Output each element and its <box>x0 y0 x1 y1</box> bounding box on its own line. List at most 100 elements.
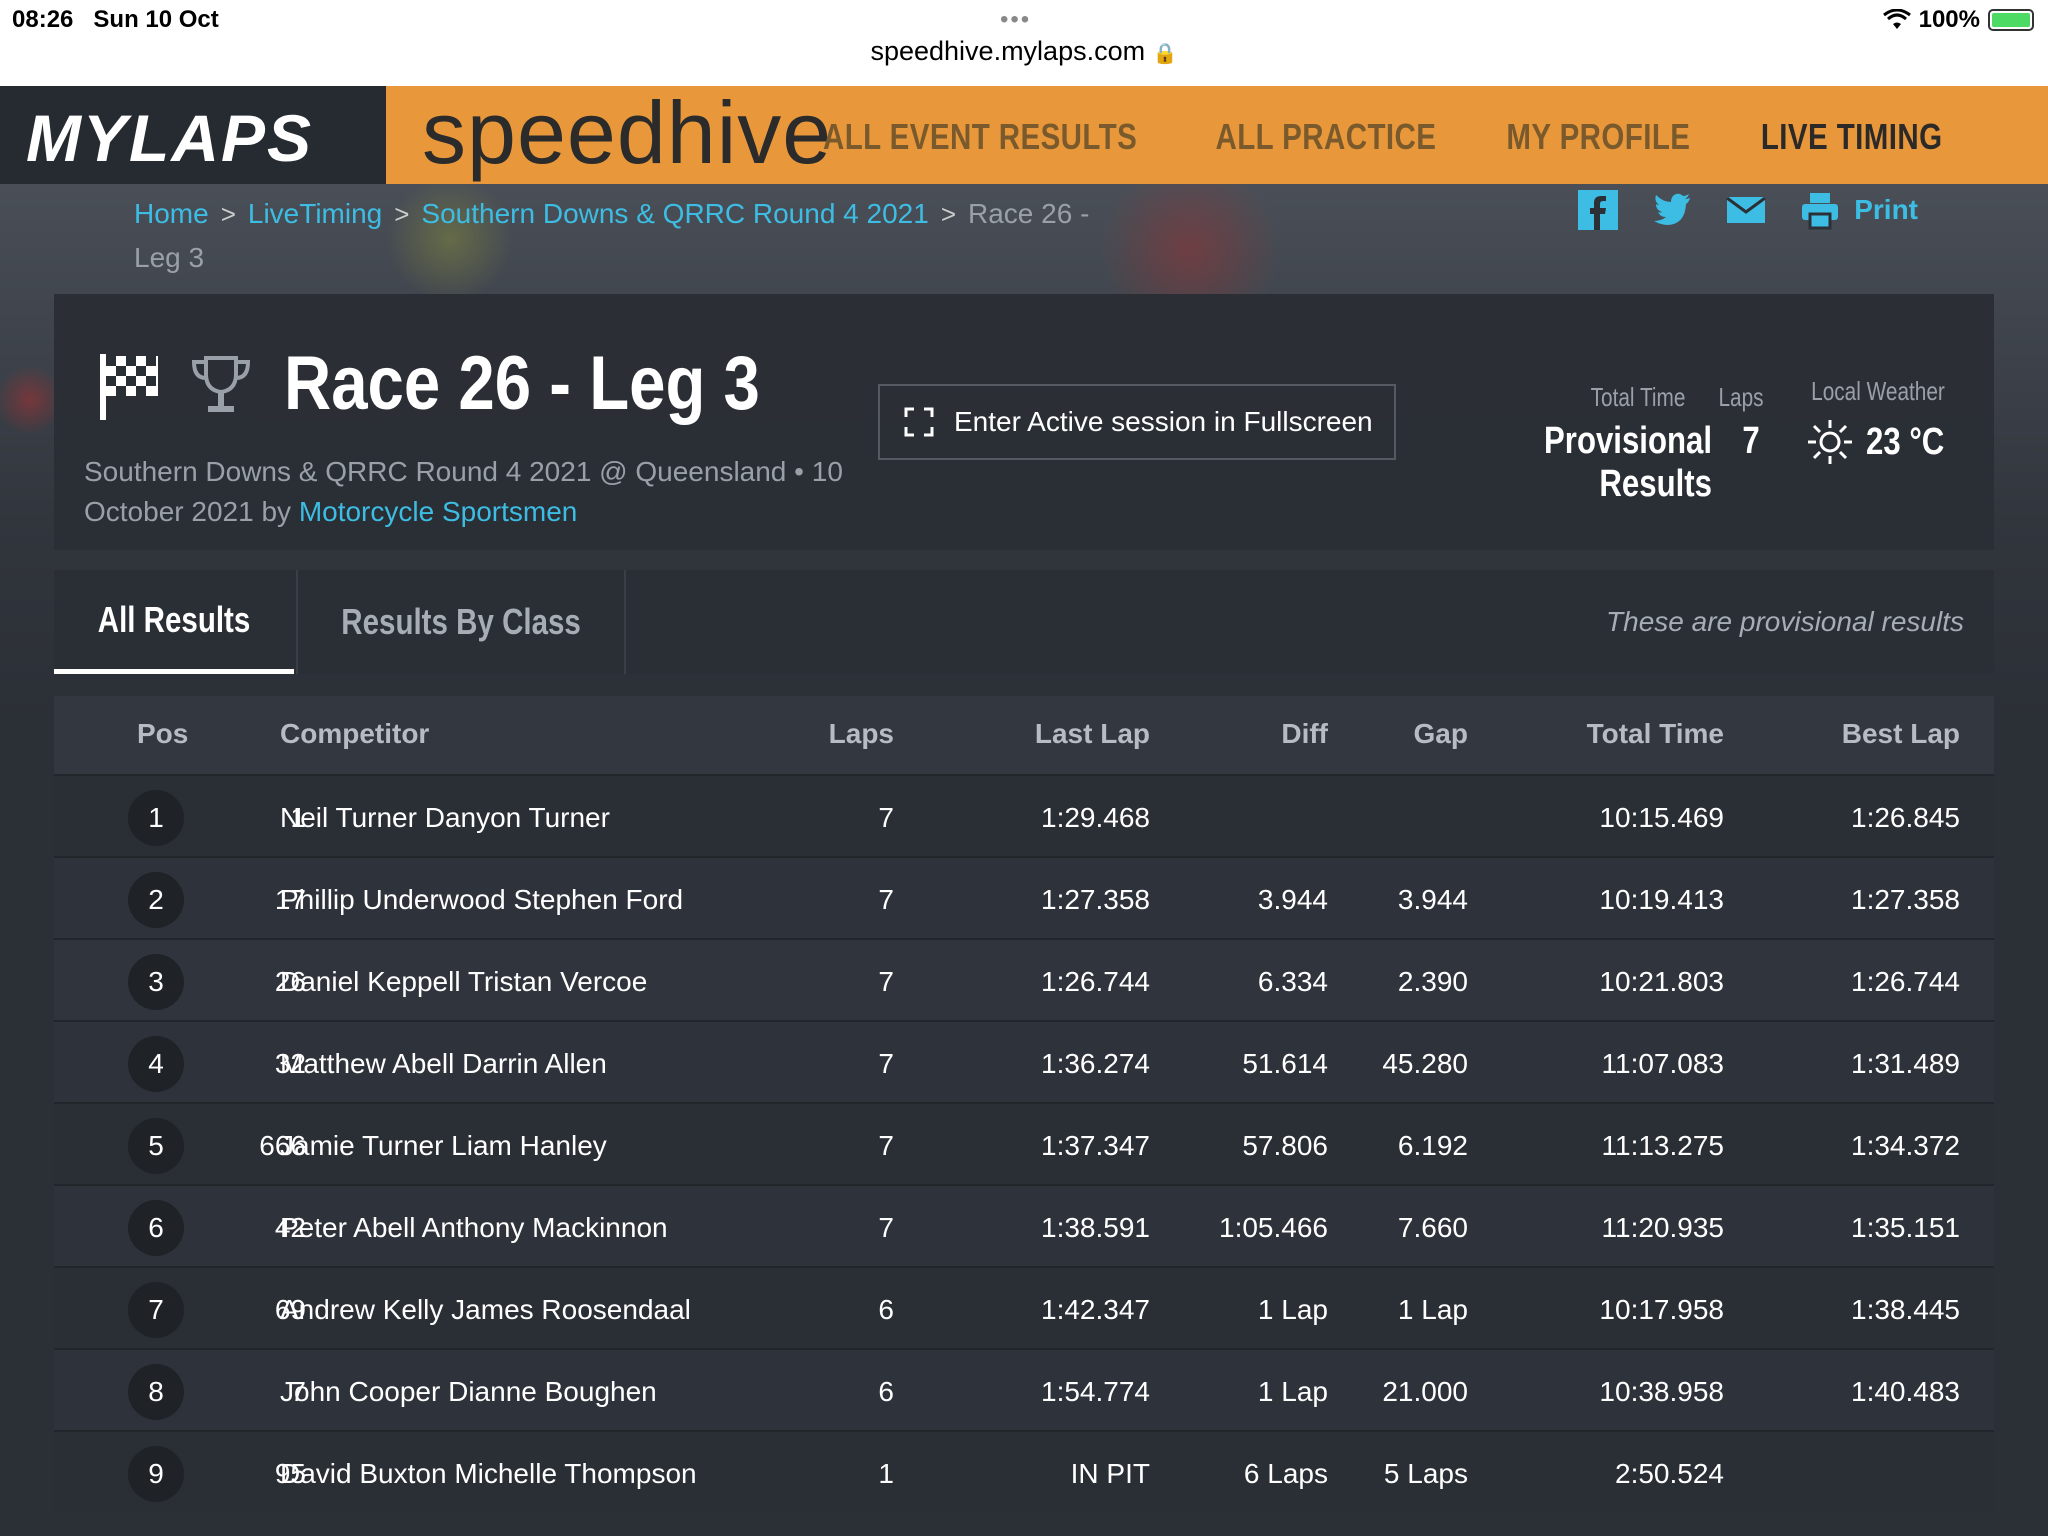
breadcrumb-home[interactable]: Home <box>134 198 209 229</box>
competitor-name: Matthew Abell Darrin Allen <box>280 1048 607 1079</box>
diff-cell: 3.944 <box>1257 884 1328 915</box>
position-badge: 9 <box>128 1446 184 1502</box>
table-row[interactable]: 1 1 Neil Turner Danyon Turner 7 1:29.468 10:1… <box>54 774 1994 856</box>
wifi-icon <box>1882 9 1911 29</box>
table-row[interactable]: 4 32 Matthew Abell Darrin Allen 7 1:36.274 51… <box>54 1020 1994 1102</box>
laps-label: Laps <box>1718 382 1764 412</box>
col-competitor[interactable]: Competitor <box>280 718 429 750</box>
col-last-lap[interactable]: Last Lap <box>854 718 1150 750</box>
breadcrumb-event[interactable]: Southern Downs & QRRC Round 4 2021 <box>421 198 928 229</box>
competitor-name: Neil Turner Danyon Turner <box>280 802 610 833</box>
breadcrumb-livetiming[interactable]: LiveTiming <box>248 198 382 229</box>
address-bar[interactable]: speedhive.mylaps.com 🔒 <box>0 36 2048 67</box>
gap-cell: 45.280 <box>1382 1048 1468 1079</box>
best-lap-cell: 1:40.483 <box>1851 1376 1960 1407</box>
last-lap-cell: 1:36.274 <box>1041 1048 1150 1079</box>
col-diff[interactable]: Diff <box>1154 718 1328 750</box>
mylaps-logo[interactable]: MYLAPS <box>0 86 386 184</box>
last-lap-cell: 1:54.774 <box>1041 1376 1150 1407</box>
nav-live-timing[interactable]: LIVE TIMING <box>1760 116 1942 158</box>
tab-all-results[interactable]: All Results <box>54 570 294 674</box>
best-lap-cell: 1:27.358 <box>1851 884 1960 915</box>
last-lap-cell: 1:27.358 <box>1041 884 1150 915</box>
laps-cell: 6 <box>878 1376 894 1407</box>
status-bar: 08:26 Sun 10 Oct ••• speedhive.mylaps.co… <box>0 0 2048 86</box>
fullscreen-icon <box>904 407 934 437</box>
table-row[interactable]: 9 95 David Buxton Michelle Thompson 1 IN PIT… <box>54 1430 1994 1512</box>
laps-cell: 6 <box>878 1294 894 1325</box>
print-button[interactable]: Print <box>1854 194 1918 226</box>
nav-all-event-results[interactable]: ALL EVENT RESULTS <box>823 116 1137 158</box>
trophy-icon <box>191 356 251 412</box>
col-laps[interactable]: Laps <box>614 718 894 750</box>
laps-cell: 7 <box>878 802 894 833</box>
table-row[interactable]: 6 42 Peter Abell Anthony Mackinnon 7 1:38.59… <box>54 1184 1994 1266</box>
facebook-icon[interactable] <box>1578 190 1619 230</box>
gap-cell: 7.660 <box>1397 1212 1468 1243</box>
col-gap[interactable]: Gap <box>1314 718 1468 750</box>
total-time-cell: 10:19.413 <box>1599 884 1724 915</box>
total-time-cell: 10:38.958 <box>1599 1376 1724 1407</box>
last-lap-cell: 1:26.744 <box>1041 966 1150 997</box>
laps-cell: 7 <box>878 966 894 997</box>
nav-my-profile[interactable]: MY PROFILE <box>1507 116 1691 158</box>
best-lap-cell: 1:34.372 <box>1851 1130 1960 1161</box>
email-icon[interactable] <box>1726 190 1767 230</box>
temperature: 23 °C <box>1866 420 1945 463</box>
table-row[interactable]: 3 26 Daniel Keppell Tristan Vercoe 7 1:26.74… <box>54 938 1994 1020</box>
tab-results-by-class[interactable]: Results By Class <box>296 570 626 674</box>
last-lap-cell: 1:42.347 <box>1041 1294 1150 1325</box>
gap-cell: 3.944 <box>1397 884 1468 915</box>
sun-icon <box>1808 420 1852 464</box>
col-best-lap[interactable]: Best Lap <box>1734 718 1960 750</box>
laps-cell: 7 <box>878 1048 894 1079</box>
col-total-time[interactable]: Total Time <box>1474 718 1724 750</box>
tab-dots-icon[interactable]: ••• <box>1000 6 1031 34</box>
last-lap-cell: 1:37.347 <box>1041 1130 1150 1161</box>
share-bar: Print <box>1578 190 1918 230</box>
table-row[interactable]: 8 7 John Cooper Dianne Boughen 6 1:54.774 1 L… <box>54 1348 1994 1430</box>
gap-cell: 5 Laps <box>1383 1458 1468 1489</box>
battery-icon <box>1988 9 2034 31</box>
organizer-link[interactable]: Motorcycle Sportsmen <box>299 496 578 527</box>
best-lap-cell: 1:31.489 <box>1851 1048 1960 1079</box>
speedhive-bar: speedhive ALL EVENT RESULTS ALL PRACTICE… <box>386 83 2048 184</box>
best-lap-cell: 1:38.445 <box>1851 1294 1960 1325</box>
position-badge: 8 <box>128 1364 184 1420</box>
status-time: 08:26 Sun 10 Oct <box>12 6 219 33</box>
table-header: Pos Competitor Laps Last Lap Diff Gap To… <box>54 696 1994 774</box>
status-date: Sun 10 Oct <box>93 6 219 33</box>
results-tabs: All Results Results By Class These are p… <box>54 570 1994 674</box>
total-time-cell: 10:21.803 <box>1599 966 1724 997</box>
main-nav: ALL EVENT RESULTS ALL PRACTICE MY PROFIL… <box>754 116 1942 158</box>
chevron-right-icon: > <box>394 199 410 229</box>
page-title: Race 26 - Leg 3 <box>284 341 760 426</box>
results-table: Pos Competitor Laps Last Lap Diff Gap To… <box>54 696 1994 1512</box>
table-row[interactable]: 5 666 Jamie Turner Liam Hanley 7 1:37.347 57.… <box>54 1102 1994 1184</box>
fullscreen-button[interactable]: Enter Active session in Fullscreen <box>878 384 1396 460</box>
total-time-value: Provisional Results <box>1544 420 1712 505</box>
print-icon[interactable] <box>1800 190 1840 230</box>
checkered-flag-icon <box>100 354 158 420</box>
best-lap-cell: 1:26.744 <box>1851 966 1960 997</box>
breadcrumb: Home > LiveTiming > Southern Downs & QRRC Ro… <box>134 192 1134 280</box>
total-time-cell: 11:20.935 <box>1601 1212 1725 1243</box>
nav-all-practice[interactable]: ALL PRACTICE <box>1215 116 1436 158</box>
col-pos[interactable]: Pos <box>137 718 188 750</box>
status-right: 100% <box>1882 6 2034 34</box>
diff-cell: 6 Laps <box>1243 1458 1328 1489</box>
fullscreen-label: Enter Active session in Fullscreen <box>954 406 1373 437</box>
position-badge: 4 <box>128 1036 184 1092</box>
table-row[interactable]: 2 17 Phillip Underwood Stephen Ford 7 1:27.3… <box>54 856 1994 938</box>
gap-cell: 21.000 <box>1382 1376 1468 1407</box>
url-text: speedhive.mylaps.com <box>870 36 1146 66</box>
best-lap-cell: 1:26.845 <box>1851 802 1960 833</box>
total-time-cell: 11:13.275 <box>1601 1130 1725 1161</box>
total-time-cell: 10:15.469 <box>1599 802 1724 833</box>
twitter-icon[interactable] <box>1652 190 1692 230</box>
table-row[interactable]: 7 69 Andrew Kelly James Roosendaal 6 1:42.34… <box>54 1266 1994 1348</box>
total-time-cell: 11:07.083 <box>1601 1048 1725 1079</box>
diff-cell: 1 Lap <box>1257 1376 1328 1407</box>
position-badge: 2 <box>128 872 184 928</box>
diff-cell: 51.614 <box>1242 1048 1328 1079</box>
